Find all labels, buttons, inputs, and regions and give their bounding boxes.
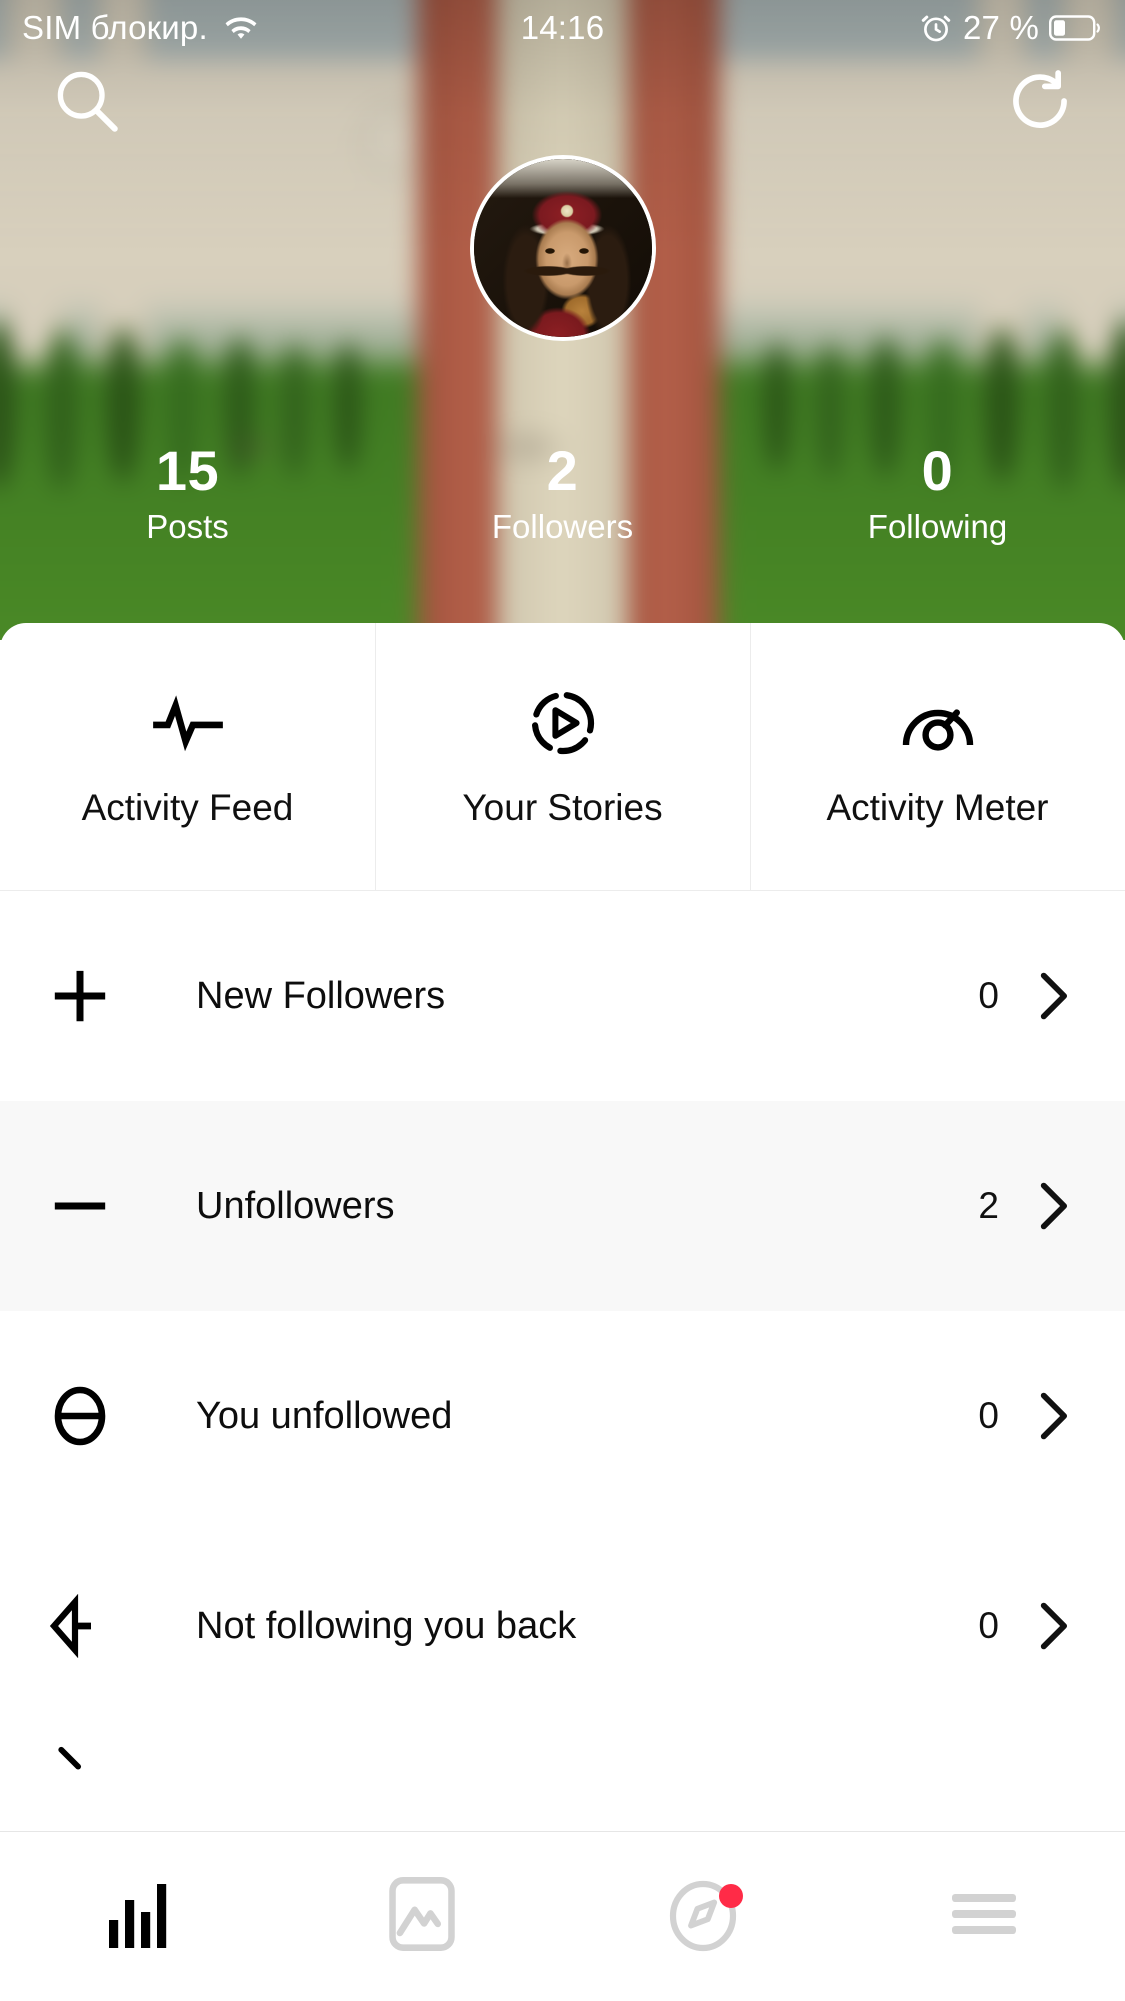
status-bar: SIM блокир. 14:16 27 % xyxy=(0,0,1125,56)
nav-item-menu[interactable] xyxy=(844,1832,1125,2001)
tab-your-stories[interactable]: Your Stories xyxy=(375,623,750,890)
list-row-unfollowers[interactable]: Unfollowers 2 xyxy=(0,1101,1125,1311)
stat-followers-label: Followers xyxy=(491,508,634,545)
stat-posts[interactable]: 15 Posts xyxy=(0,439,375,546)
bottom-navigation-bar xyxy=(0,1831,1125,2001)
list-row-label: Unfollowers xyxy=(196,1184,395,1227)
stat-following-label: Following xyxy=(867,508,1008,545)
tab-activity-feed-label: Activity Feed xyxy=(81,786,294,828)
status-bar-right: 27 % xyxy=(919,9,1125,47)
list-row-count: 0 xyxy=(978,1395,999,1436)
pulse-icon xyxy=(149,685,227,761)
tab-activity-meter-label: Activity Meter xyxy=(826,786,1049,828)
chevron-right-icon xyxy=(1031,1600,1075,1652)
refresh-icon[interactable] xyxy=(1005,66,1075,141)
chevron-right-icon xyxy=(1031,1390,1075,1442)
avatar-portrait-image xyxy=(473,159,652,337)
list-row-label: Not following you back xyxy=(196,1604,577,1647)
notification-badge-dot xyxy=(719,1884,744,1908)
battery-percent-label: 27 % xyxy=(962,9,1039,46)
gauge-icon xyxy=(900,685,976,761)
list-row-not-following-you-back[interactable]: Not following you back 0 xyxy=(0,1521,1125,1731)
list-row-partial-next[interactable] xyxy=(0,1731,1125,1791)
app-screen: SIM блокир. 14:16 27 % 15 Posts 2 Follow… xyxy=(0,0,1125,2001)
nav-item-discover[interactable] xyxy=(563,1832,844,2001)
chart-frame-icon xyxy=(386,1874,458,1959)
list-row-label: New Followers xyxy=(196,974,446,1017)
minus-icon xyxy=(0,1175,160,1237)
stat-posts-value: 15 xyxy=(155,439,220,502)
nav-item-chart[interactable] xyxy=(281,1832,562,2001)
tab-activity-meter[interactable]: Activity Meter xyxy=(750,623,1125,890)
list-row-count: 2 xyxy=(978,1185,999,1226)
list-row-count: 0 xyxy=(978,975,999,1016)
feature-tabs: Activity Feed Your Stories Activity Mete… xyxy=(0,623,1125,891)
arrow-left-icon xyxy=(0,1594,160,1658)
header-bar xyxy=(0,58,1125,148)
alarm-icon xyxy=(919,11,953,45)
stat-following-value: 0 xyxy=(921,439,954,502)
menu-icon xyxy=(948,1890,1020,1943)
list-row-you-unfollowed[interactable]: You unfollowed 0 xyxy=(0,1311,1125,1521)
nav-item-stats[interactable] xyxy=(0,1832,281,2001)
story-play-icon xyxy=(527,685,599,761)
stat-posts-label: Posts xyxy=(146,508,229,545)
plus-icon xyxy=(0,965,160,1027)
bar-chart-icon xyxy=(105,1876,177,1957)
content-card: Activity Feed Your Stories Activity Mete… xyxy=(0,623,1125,1831)
stat-followers[interactable]: 2 Followers xyxy=(375,439,750,546)
battery-icon xyxy=(1049,14,1103,42)
profile-stats-row: 15 Posts 2 Followers 0 Following xyxy=(0,439,1125,546)
stat-followers-value: 2 xyxy=(546,439,579,502)
no-entry-icon xyxy=(0,1384,160,1448)
tab-your-stories-label: Your Stories xyxy=(462,786,663,828)
profile-avatar[interactable] xyxy=(469,155,656,341)
list-row-new-followers[interactable]: New Followers 0 xyxy=(0,891,1125,1101)
chevron-right-icon xyxy=(1031,970,1075,1022)
list-row-count: 0 xyxy=(978,1605,999,1646)
partial-row-icon xyxy=(0,1746,160,1776)
tab-activity-feed[interactable]: Activity Feed xyxy=(0,623,375,890)
stat-following[interactable]: 0 Following xyxy=(750,439,1125,546)
chevron-right-icon xyxy=(1031,1180,1075,1232)
list-row-label: You unfollowed xyxy=(196,1394,453,1437)
search-icon[interactable] xyxy=(50,64,124,143)
